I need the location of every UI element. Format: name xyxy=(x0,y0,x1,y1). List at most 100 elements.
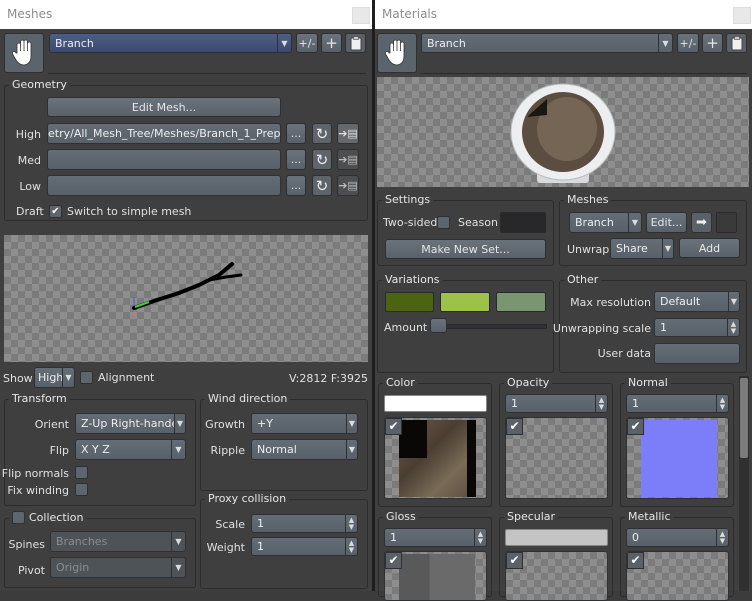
material-mesh-dropdown[interactable]: Branch ▼ xyxy=(569,212,642,233)
gloss-map-group: Gloss 1 ▲ ▼ ✔ xyxy=(378,510,492,601)
add-remove-button[interactable]: +/- xyxy=(677,33,699,53)
pan-hand-button[interactable] xyxy=(377,33,417,73)
plus-icon: + xyxy=(325,34,338,52)
collection-checkbox[interactable] xyxy=(12,511,25,524)
add-mesh-button[interactable]: + xyxy=(321,33,342,53)
unwrap-dropdown[interactable]: Share ▼ xyxy=(610,238,674,259)
add-unwrap-button[interactable]: Add xyxy=(679,238,740,258)
med-mesh-path-input[interactable] xyxy=(47,149,281,170)
opacity-spinbox[interactable]: 1 ▲ ▼ xyxy=(505,394,608,413)
two-sided-checkbox[interactable] xyxy=(437,216,450,229)
orient-value: Z-Up Right-handed xyxy=(81,417,186,430)
variation-color-1[interactable] xyxy=(385,292,434,312)
flip-normals-checkbox[interactable] xyxy=(75,466,88,479)
maps-scrollbar[interactable] xyxy=(739,376,749,591)
flip-dropdown[interactable]: X Y Z ▼ xyxy=(75,439,186,460)
assign-arrow-button[interactable]: ➡ xyxy=(691,212,712,233)
low-mesh-path-input[interactable] xyxy=(47,175,281,196)
meshes-menu-button[interactable] xyxy=(352,7,370,24)
orient-dropdown[interactable]: Z-Up Right-handed ▼ xyxy=(75,413,186,434)
alignment-checkbox[interactable] xyxy=(80,371,93,384)
draft-checkbox[interactable]: ✔ xyxy=(49,205,62,218)
opacity-map-enabled-checkbox[interactable]: ✔ xyxy=(506,418,523,435)
variation-color-3[interactable] xyxy=(496,292,546,312)
clipboard-icon xyxy=(731,35,742,50)
high-browse-button[interactable]: ... xyxy=(286,123,306,144)
normal-spinbox[interactable]: 1 ▲ ▼ xyxy=(626,394,729,413)
pan-hand-button[interactable] xyxy=(4,33,44,73)
high-mesh-path-input[interactable]: etry/All_Mesh_Tree/Meshes/Branch_1_Prep.… xyxy=(47,123,281,144)
reload-icon: ↻ xyxy=(315,176,329,195)
paste-button[interactable] xyxy=(345,33,366,53)
season-color-swatch[interactable] xyxy=(500,212,546,233)
low-reload-button[interactable]: ↻ xyxy=(312,175,332,196)
color-map-swatch[interactable] xyxy=(384,395,487,412)
weight-spinbox[interactable]: 1 ▲ ▼ xyxy=(251,537,358,556)
scale-spinbox[interactable]: 1 ▲ ▼ xyxy=(251,514,358,533)
gloss-map-texture[interactable]: ✔ xyxy=(384,551,487,601)
variation-color-2[interactable] xyxy=(440,292,490,312)
paste-button[interactable] xyxy=(726,33,747,53)
show-lod-dropdown[interactable]: High ▼ xyxy=(34,367,75,388)
specular-color-swatch[interactable] xyxy=(505,529,608,546)
gloss-map-enabled-checkbox[interactable]: ✔ xyxy=(385,552,402,569)
show-label: Show xyxy=(3,372,33,385)
growth-dropdown[interactable]: +Y ▼ xyxy=(251,413,358,434)
amount-slider-track[interactable] xyxy=(431,324,547,329)
low-browse-button[interactable]: ... xyxy=(286,175,306,196)
opacity-map-texture[interactable]: ✔ xyxy=(505,417,608,499)
checkmark-icon: ✔ xyxy=(51,206,60,217)
max-resolution-dropdown[interactable]: Default ▼ xyxy=(654,291,740,312)
gloss-spinbox[interactable]: 1 ▲ ▼ xyxy=(384,528,487,547)
spines-dropdown[interactable]: Branches ▼ xyxy=(50,531,186,552)
high-reload-button[interactable]: ↻ xyxy=(312,123,332,144)
mesh-selector-value: Branch xyxy=(55,36,94,50)
spines-label: Spines xyxy=(8,538,46,551)
med-reload-button[interactable]: ↻ xyxy=(312,149,332,170)
med-import-button[interactable]: ➔▤ xyxy=(337,149,359,170)
metallic-map-texture[interactable]: ✔ xyxy=(626,551,729,601)
chevron-down-icon: ▼ xyxy=(346,414,357,433)
material-selector[interactable]: Branch ▼ xyxy=(421,33,673,53)
edit-mesh-button[interactable]: Edit Mesh... xyxy=(47,97,281,117)
mesh-viewport[interactable] xyxy=(4,235,368,362)
ripple-dropdown[interactable]: Normal ▼ xyxy=(251,439,358,460)
high-import-button[interactable]: ➔▤ xyxy=(337,123,359,144)
user-data-input[interactable] xyxy=(654,343,740,364)
specular-map-texture[interactable]: ✔ xyxy=(505,551,608,601)
add-remove-button[interactable]: +/- xyxy=(296,33,318,53)
specular-map-enabled-checkbox[interactable]: ✔ xyxy=(506,552,523,569)
materials-menu-button[interactable] xyxy=(733,7,751,24)
color-map-enabled-checkbox[interactable]: ✔ xyxy=(385,418,402,435)
opacity-map-group: Opacity 1 ▲ ▼ ✔ xyxy=(499,376,613,507)
add-material-button[interactable]: + xyxy=(702,33,723,53)
alignment-label: Alignment xyxy=(98,371,155,384)
transform-group: Transform Orient Z-Up Right-handed ▼ Fli… xyxy=(2,392,196,506)
amount-slider-thumb[interactable] xyxy=(430,318,447,333)
max-resolution-value: Default xyxy=(660,295,701,308)
pivot-dropdown[interactable]: Origin ▼ xyxy=(50,557,186,578)
color-map-texture[interactable]: ✔ xyxy=(384,417,487,499)
normal-map-enabled-checkbox[interactable]: ✔ xyxy=(627,418,644,435)
low-import-button[interactable]: ➔▤ xyxy=(337,175,359,196)
metallic-spinbox[interactable]: 0 ▲ ▼ xyxy=(626,528,729,547)
fix-winding-checkbox[interactable] xyxy=(75,483,88,496)
maps-scrollbar-thumb[interactable] xyxy=(740,378,748,458)
material-mesh-value: Branch xyxy=(575,216,614,229)
material-meshes-title: Meshes xyxy=(564,193,612,206)
metallic-map-enabled-checkbox[interactable]: ✔ xyxy=(627,552,644,569)
med-browse-button[interactable]: ... xyxy=(286,149,306,170)
normal-map-title: Normal xyxy=(625,376,671,389)
mesh-color-swatch[interactable] xyxy=(716,212,737,233)
chevron-down-icon: ▼ xyxy=(171,558,185,577)
edit-mesh-assignment-button[interactable]: Edit... xyxy=(646,212,687,233)
make-new-set-button[interactable]: Make New Set... xyxy=(385,239,546,259)
transform-title: Transform xyxy=(9,392,70,405)
material-preview-sphere xyxy=(510,83,616,183)
mesh-selector[interactable]: Branch ▼ xyxy=(49,33,292,53)
normal-map-texture[interactable]: ✔ xyxy=(626,417,729,499)
geometry-group: Geometry Edit Mesh... High etry/All_Mesh… xyxy=(4,78,368,221)
material-preview-viewport[interactable] xyxy=(377,77,749,187)
gloss-map-title: Gloss xyxy=(383,510,419,523)
unwrapping-scale-spinbox[interactable]: 1 ▲ ▼ xyxy=(654,318,740,337)
